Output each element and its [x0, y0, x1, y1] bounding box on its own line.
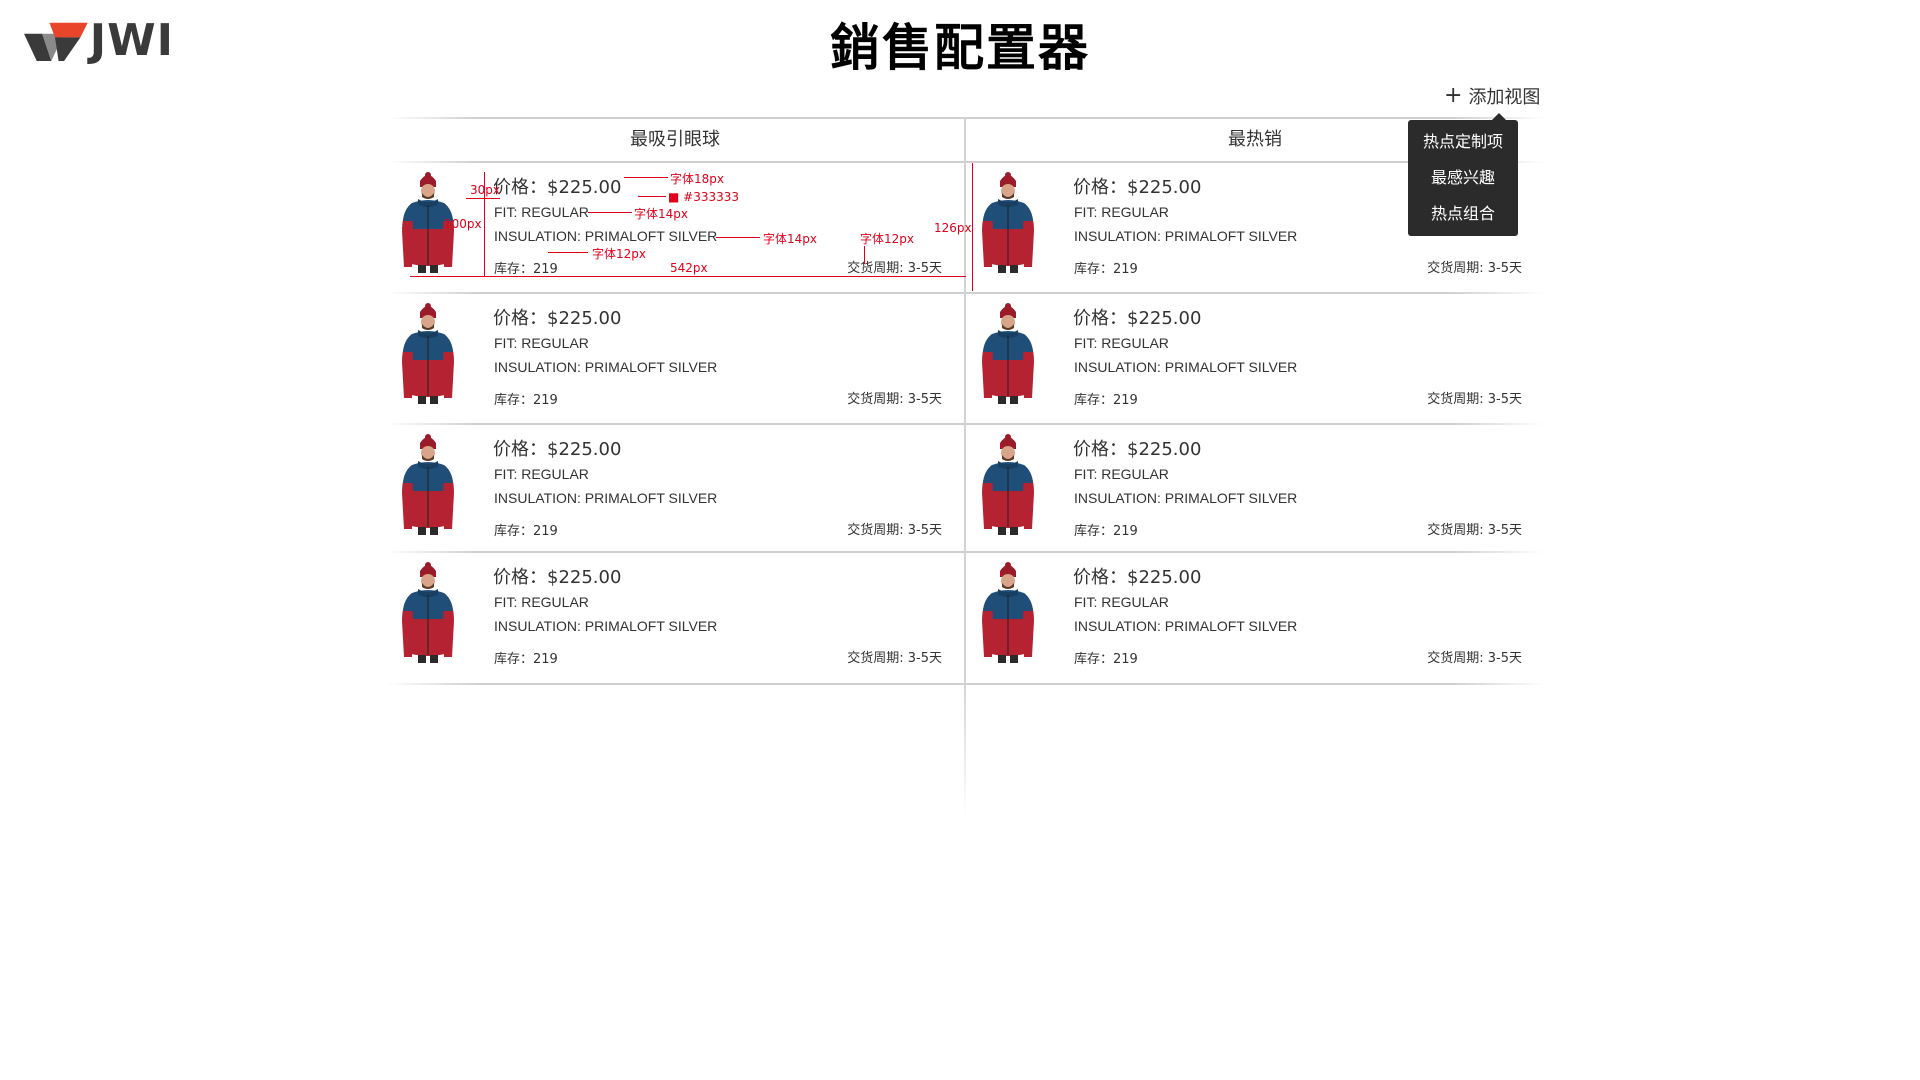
product-lead-time: 交货周期: 3-5天 — [847, 392, 942, 407]
add-view-dropdown: 热点定制项 最感兴趣 热点组合 — [1408, 113, 1518, 236]
product-stock: 库存：219 — [1074, 652, 1138, 667]
product-fit: FIT: REGULAR — [494, 335, 589, 351]
product-insulation: INSULATION: PRIMALOFT SILVER — [1074, 359, 1298, 375]
product-stock: 库存：219 — [494, 393, 558, 408]
product-card[interactable]: 价格：$225.00 FIT: REGULAR INSULATION: PRIM… — [966, 425, 1544, 555]
product-price: 价格：$225.00 — [493, 439, 622, 460]
product-fit: FIT: REGULAR — [1074, 594, 1169, 610]
annotation-line — [638, 196, 666, 197]
jacket-image-icon — [978, 302, 1038, 406]
product-price: 价格：$225.00 — [1073, 177, 1202, 198]
annotation-font14-fit: 字体14px — [634, 207, 688, 221]
jacket-image-icon — [398, 433, 458, 537]
jacket-image-icon — [978, 561, 1038, 665]
jacket-image-icon — [398, 561, 458, 665]
product-card[interactable]: 价格：$225.00 FIT: REGULAR INSULATION: PRIM… — [386, 553, 964, 683]
jacket-image-icon — [398, 302, 458, 406]
product-fit: FIT: REGULAR — [1074, 204, 1169, 220]
column-header-most-eye-catching[interactable]: 最吸引眼球 — [386, 119, 964, 161]
annotation-line — [716, 237, 760, 238]
product-price: 价格：$225.00 — [1073, 308, 1202, 329]
annotation-font18: 字体18px — [670, 172, 724, 186]
annotation-height-126: 126px — [934, 221, 972, 235]
product-insulation: INSULATION: PRIMALOFT SILVER — [494, 228, 718, 244]
product-stock: 库存：219 — [1074, 393, 1138, 408]
product-lead-time: 交货周期: 3-5天 — [1427, 651, 1522, 666]
product-stock: 库存：219 — [494, 652, 558, 667]
page-title: 銷售配置器 — [830, 19, 1090, 77]
add-view-button[interactable]: + 添加视图 — [1444, 82, 1540, 110]
product-fit: FIT: REGULAR — [1074, 335, 1169, 351]
product-lead-time: 交货周期: 3-5天 — [847, 261, 942, 276]
menu-item-hot-combo[interactable]: 热点组合 — [1408, 196, 1518, 232]
product-stock: 库存：219 — [1074, 262, 1138, 277]
menu-item-most-interested[interactable]: 最感兴趣 — [1408, 160, 1518, 196]
plus-icon: + — [1444, 83, 1463, 108]
product-insulation: INSULATION: PRIMALOFT SILVER — [494, 359, 718, 375]
jacket-image-icon — [978, 433, 1038, 537]
annotation-width-30: 30px — [470, 183, 500, 197]
product-price: 价格：$225.00 — [493, 177, 622, 198]
product-price: 价格：$225.00 — [1073, 439, 1202, 460]
annotation-line — [410, 276, 966, 277]
product-card[interactable]: 价格：$225.00 FIT: REGULAR INSULATION: PRIM… — [966, 294, 1544, 424]
product-stock: 库存：219 — [1074, 524, 1138, 539]
annotation-line — [484, 172, 485, 276]
annotation-font12-lead: 字体12px — [860, 232, 914, 246]
jacket-image-icon — [978, 171, 1038, 275]
annotation-line — [588, 212, 632, 213]
product-lead-time: 交货周期: 3-5天 — [1427, 392, 1522, 407]
product-lead-time: 交货周期: 3-5天 — [1427, 523, 1522, 538]
product-fit: FIT: REGULAR — [494, 594, 589, 610]
product-card[interactable]: 价格：$225.00 FIT: REGULAR INSULATION: PRIM… — [966, 553, 1544, 683]
product-insulation: INSULATION: PRIMALOFT SILVER — [1074, 228, 1298, 244]
product-lead-time: 交货周期: 3-5天 — [847, 523, 942, 538]
annotation-line — [624, 177, 668, 178]
menu-item-hot-custom[interactable]: 热点定制项 — [1408, 124, 1518, 160]
product-fit: FIT: REGULAR — [494, 204, 589, 220]
product-card[interactable]: 价格：$225.00 FIT: REGULAR INSULATION: PRIM… — [386, 294, 964, 424]
annotation-height-100: 100px — [444, 217, 482, 231]
product-lead-time: 交货周期: 3-5天 — [847, 651, 942, 666]
product-lead-time: 交货周期: 3-5天 — [1427, 261, 1522, 276]
product-price: 价格：$225.00 — [493, 308, 622, 329]
product-insulation: INSULATION: PRIMALOFT SILVER — [1074, 490, 1298, 506]
product-price: 价格：$225.00 — [493, 567, 622, 588]
annotation-line — [972, 163, 973, 291]
product-insulation: INSULATION: PRIMALOFT SILVER — [494, 618, 718, 634]
product-price: 价格：$225.00 — [1073, 567, 1202, 588]
product-stock: 库存：219 — [494, 524, 558, 539]
annotation-font14-insulation: 字体14px — [763, 232, 817, 246]
annotation-color: ■ #333333 — [668, 190, 740, 204]
product-card[interactable]: 价格：$225.00 FIT: REGULAR INSULATION: PRIM… — [386, 425, 964, 555]
annotation-width-542: 542px — [670, 261, 708, 275]
annotation-font12-stock: 字体12px — [592, 247, 646, 261]
annotation-line — [548, 252, 588, 253]
add-view-label: 添加视图 — [1468, 87, 1541, 108]
product-insulation: INSULATION: PRIMALOFT SILVER — [1074, 618, 1298, 634]
product-fit: FIT: REGULAR — [494, 466, 589, 482]
annotation-line — [864, 246, 865, 264]
product-insulation: INSULATION: PRIMALOFT SILVER — [494, 490, 718, 506]
product-stock: 库存：219 — [494, 262, 558, 277]
product-fit: FIT: REGULAR — [1074, 466, 1169, 482]
annotation-line — [466, 198, 500, 199]
